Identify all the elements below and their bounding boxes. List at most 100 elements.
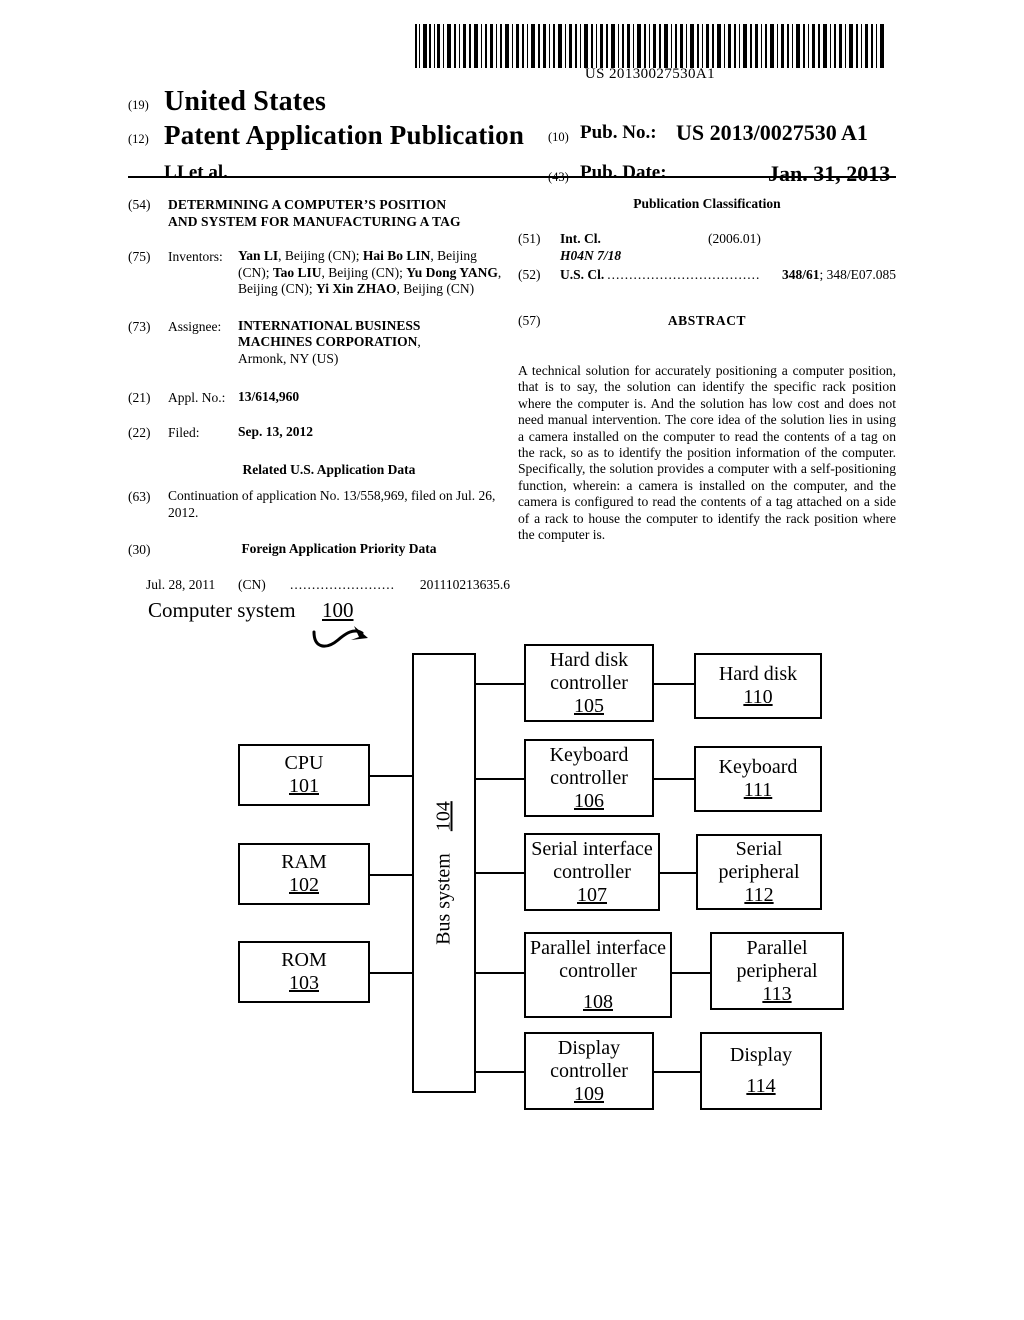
- pub-no-num: (10): [548, 130, 569, 144]
- block-parallel-peripheral: Parallel peripheral 113: [710, 932, 844, 1010]
- display-number: 114: [746, 1075, 776, 1097]
- country-name: United States: [164, 86, 327, 117]
- block-keyboard: Keyboard 111: [694, 746, 822, 812]
- publication-classification-heading: Publication Classification: [633, 196, 781, 211]
- country-code-num: (19): [128, 98, 149, 112]
- display-controller-line1: Display: [557, 1036, 621, 1059]
- cpu-label: CPU: [284, 752, 324, 774]
- keyboard-controller-line2: controller: [550, 766, 628, 789]
- field-appl-no: (21) Appl. No.: 13/614,960: [128, 389, 510, 406]
- title-field-num: (54): [128, 197, 151, 212]
- connector-cpu-bus: [370, 775, 414, 777]
- field-foreign-priority-heading: (30) Foreign Application Priority Data: [128, 541, 510, 559]
- cpu-number: 101: [289, 775, 319, 797]
- us-cl-row: (52) U.S. Cl. ..........................…: [518, 266, 896, 283]
- parallel-interface-controller-number: 108: [583, 990, 613, 1013]
- bibliographic-right-column: Publication Classification (51) Int. Cl.…: [518, 196, 896, 543]
- connector-keyboard-controller-keyboard: [654, 778, 694, 780]
- connector-bus-hdd-controller: [476, 683, 524, 685]
- applicant-row: LI et al. (43) Pub. Date: Jan. 31, 2013: [128, 160, 896, 190]
- block-parallel-interface-controller: Parallel interface controller 108: [524, 932, 672, 1018]
- connector-parallel-controller-peripheral: [672, 972, 710, 974]
- int-cl-field-num: (51): [518, 231, 541, 246]
- block-keyboard-controller: Keyboard controller 106: [524, 739, 654, 817]
- connector-hdd-controller-hdd: [654, 683, 694, 685]
- serial-peripheral-line2: peripheral: [718, 860, 800, 883]
- filed-label: Filed:: [168, 424, 200, 440]
- doc-type-label: Patent Application Publication: [164, 120, 525, 150]
- connector-ram-bus: [370, 874, 414, 876]
- hard-disk-label: Hard disk: [718, 663, 798, 685]
- field-inventors: (75) Inventors: Yan LI, Beijing (CN); Ha…: [128, 248, 510, 298]
- display-controller-line2: controller: [550, 1059, 628, 1082]
- parallel-peripheral-line1: Parallel: [746, 936, 808, 959]
- rom-label: ROM: [281, 949, 327, 971]
- invention-title-line2: AND SYSTEM FOR MANUFACTURING A TAG: [168, 214, 461, 229]
- continuation-field-num: (63): [128, 489, 151, 504]
- ram-label: RAM: [281, 851, 327, 873]
- hard-disk-controller-line2: controller: [550, 671, 628, 694]
- block-serial-interface-controller: Serial interface controller 107: [524, 833, 660, 911]
- pub-date-label: Pub. Date:: [580, 162, 667, 183]
- field-filed: (22) Filed: Sep. 13, 2012: [128, 424, 510, 441]
- related-application-heading: Related U.S. Application Data: [242, 462, 416, 477]
- filed-value: Sep. 13, 2012: [238, 423, 314, 439]
- abstract-heading: ABSTRACT: [667, 313, 747, 328]
- connector-bus-keyboard-controller: [476, 778, 524, 780]
- serial-interface-controller-line2: controller: [553, 860, 631, 883]
- ram-number: 102: [289, 874, 319, 896]
- foreign-priority-field-num: (30): [128, 542, 151, 557]
- keyboard-label: Keyboard: [718, 756, 798, 778]
- abstract-body: A technical solution for accurately posi…: [518, 363, 896, 543]
- masthead: (19) United States (12) Patent Applicati…: [128, 86, 896, 190]
- us-cl-field-num: (52): [518, 267, 541, 282]
- serial-interface-controller-number: 107: [577, 883, 607, 906]
- connector-display-controller-display: [654, 1071, 700, 1073]
- country-row: (19) United States: [128, 86, 896, 120]
- connector-bus-display-controller: [476, 1071, 524, 1073]
- us-cl-secondary: ; 348/E07.085: [819, 267, 897, 282]
- figure-caption: Computer system: [148, 598, 296, 622]
- bibliographic-left-column: (54) DETERMINING A COMPUTER’S POSITION A…: [128, 196, 510, 593]
- pub-no-label: Pub. No.:: [580, 122, 657, 143]
- block-display: Display 114: [700, 1032, 822, 1110]
- header-divider: [128, 176, 896, 178]
- serial-interface-controller-line1: Serial interface: [531, 837, 653, 860]
- bus-system-number: 104: [432, 801, 455, 832]
- curved-arrow-icon: [312, 626, 368, 648]
- filed-field-num: (22): [128, 424, 151, 440]
- block-ram: RAM 102: [238, 843, 370, 905]
- assignee-value: INTERNATIONAL BUSINESS MACHINES CORPORATI…: [238, 317, 421, 366]
- us-cl-primary: 348/61: [781, 267, 820, 282]
- figure-computer-system: Computer system 100 Bus system 104 CPU 1…: [0, 580, 1024, 1140]
- keyboard-controller-line1: Keyboard: [549, 743, 629, 766]
- int-cl-version: (2006.01): [708, 231, 761, 246]
- invention-title-line1: DETERMINING A COMPUTER’S POSITION: [168, 197, 447, 212]
- connector-serial-controller-peripheral: [660, 872, 696, 874]
- inventors-field-num: (75): [128, 249, 151, 264]
- continuation-text: Continuation of application No. 13/558,9…: [168, 488, 496, 520]
- block-display-controller: Display controller 109: [524, 1032, 654, 1110]
- assignee-field-num: (73): [128, 318, 151, 334]
- keyboard-number: 111: [743, 779, 773, 801]
- applicant-short-name: LI et al.: [164, 162, 228, 183]
- rom-number: 103: [289, 972, 319, 994]
- appl-no-value: 13/614,960: [238, 389, 300, 404]
- block-rom: ROM 103: [238, 941, 370, 1003]
- parallel-interface-controller-line1: Parallel interface: [529, 936, 667, 959]
- doc-type-num: (12): [128, 132, 149, 146]
- block-cpu: CPU 101: [238, 744, 370, 806]
- hard-disk-number: 110: [743, 686, 773, 708]
- display-controller-number: 109: [574, 1082, 604, 1105]
- int-cl-code: H04N 7/18: [560, 248, 622, 263]
- bus-system-label: Bus system: [432, 853, 455, 945]
- abstract-heading-row: (57) ABSTRACT: [518, 313, 896, 333]
- field-continuation: (63) Continuation of application No. 13/…: [128, 488, 510, 521]
- inventors-value: Yan LI, Beijing (CN); Hai Bo LIN, Beijin…: [238, 248, 502, 296]
- connector-bus-parallel-controller: [476, 972, 524, 974]
- connector-bus-serial-controller: [476, 872, 524, 874]
- block-bus-system: Bus system 104: [412, 653, 476, 1093]
- foreign-priority-heading: Foreign Application Priority Data: [241, 541, 437, 556]
- int-cl-row: (51) Int. Cl. H04N 7/18 (2006.01): [518, 230, 896, 264]
- block-hard-disk-controller: Hard disk controller 105: [524, 644, 654, 722]
